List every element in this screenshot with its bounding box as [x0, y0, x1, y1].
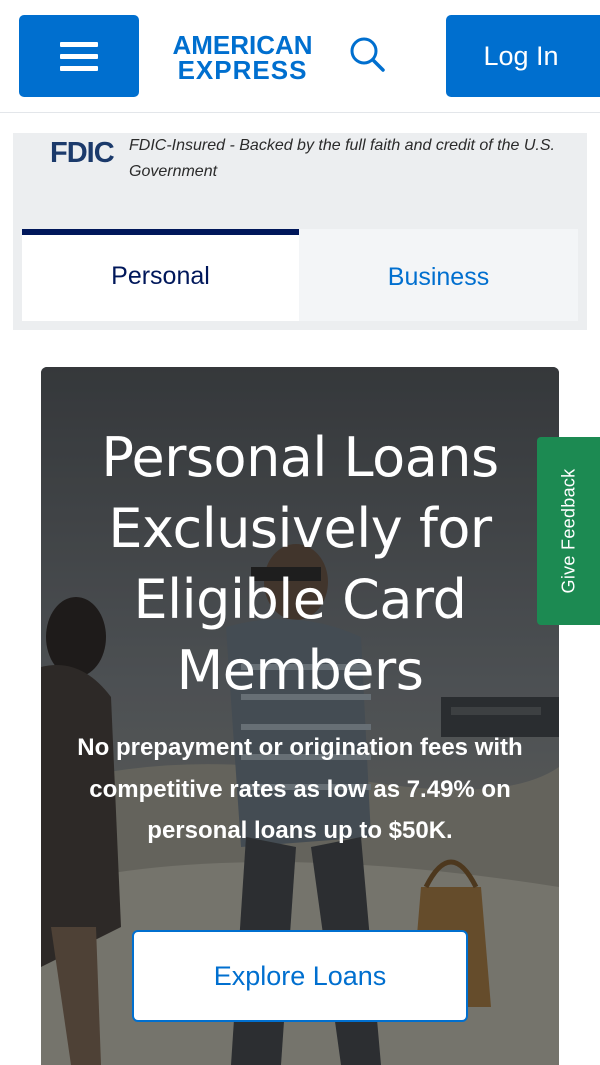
hero-title: Personal Loans Exclusively for Eligible …: [101, 426, 499, 702]
give-feedback-label: Give Feedback: [558, 468, 578, 594]
amex-logo[interactable]: AMERICAN EXPRESS: [155, 32, 330, 85]
tab-personal[interactable]: Personal: [22, 229, 299, 321]
fdic-description: FDIC-Insured - Backed by the full faith …: [129, 137, 555, 180]
login-button[interactable]: Log In: [446, 15, 600, 97]
tab-business[interactable]: Business: [299, 229, 578, 321]
site-header: AMERICAN EXPRESS Log In: [0, 0, 600, 113]
account-type-tabs: Personal Business: [22, 229, 578, 321]
hero-banner: Personal Loans Exclusively for Eligible …: [41, 367, 559, 1065]
search-icon[interactable]: [345, 33, 389, 77]
hero-subtitle: No prepayment or origination fees with c…: [77, 734, 523, 844]
fdic-panel: FDIC FDIC-Insured - Backed by the full f…: [13, 133, 587, 330]
fdic-logo: FDIC: [50, 137, 115, 169]
menu-button[interactable]: [19, 15, 139, 97]
logo-line-2: EXPRESS: [177, 55, 308, 85]
explore-loans-button[interactable]: Explore Loans: [132, 930, 468, 1022]
give-feedback-button[interactable]: Give Feedback: [537, 437, 600, 625]
